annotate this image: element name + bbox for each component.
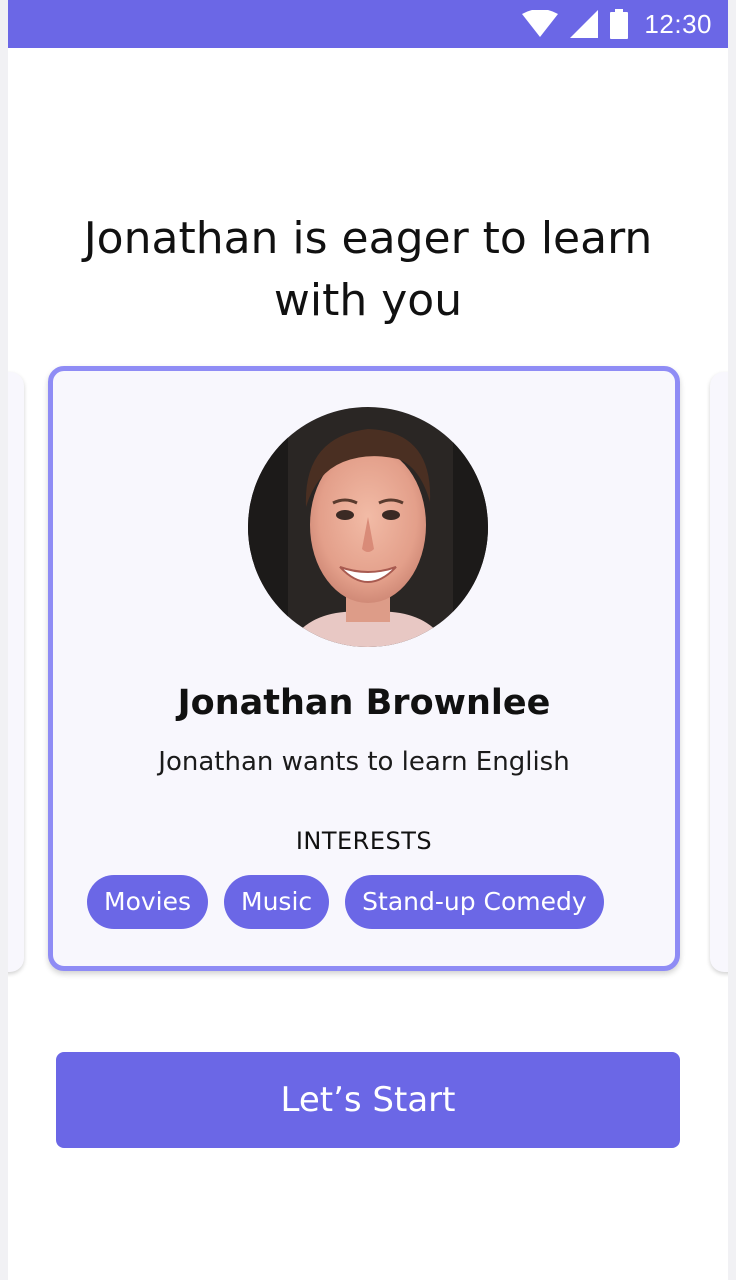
- previous-profile-card[interactable]: [8, 372, 24, 972]
- battery-icon: [610, 9, 629, 39]
- status-time: 12:30: [644, 8, 712, 39]
- status-icons: 12:30: [522, 0, 712, 48]
- interests-heading: INTERESTS: [295, 827, 433, 855]
- next-profile-card[interactable]: [710, 372, 728, 972]
- status-bar: 12:30: [8, 0, 728, 48]
- interest-chip-music: Music: [224, 875, 330, 929]
- interest-chip-stand-up-comedy: Stand-up Comedy: [345, 875, 604, 929]
- lets-start-button[interactable]: Let’s Start: [56, 1052, 680, 1148]
- app-screen: 12:30 Jonathan is eager to learn with yo…: [8, 0, 728, 1280]
- interest-chips: Movies Music Stand-up Comedy: [87, 875, 604, 929]
- profile-card[interactable]: Jonathan Brownlee Jonathan wants to lear…: [48, 366, 680, 971]
- wifi-icon: [522, 10, 559, 37]
- page-headline: Jonathan is eager to learn with you: [83, 213, 653, 326]
- cellular-signal-icon: [570, 10, 599, 38]
- profile-name: Jonathan Brownlee: [177, 683, 551, 723]
- avatar-photo: [248, 407, 488, 647]
- avatar: [248, 407, 488, 647]
- learning-goal-text: Jonathan wants to learn English: [158, 747, 570, 777]
- interest-chip-movies: Movies: [87, 875, 209, 929]
